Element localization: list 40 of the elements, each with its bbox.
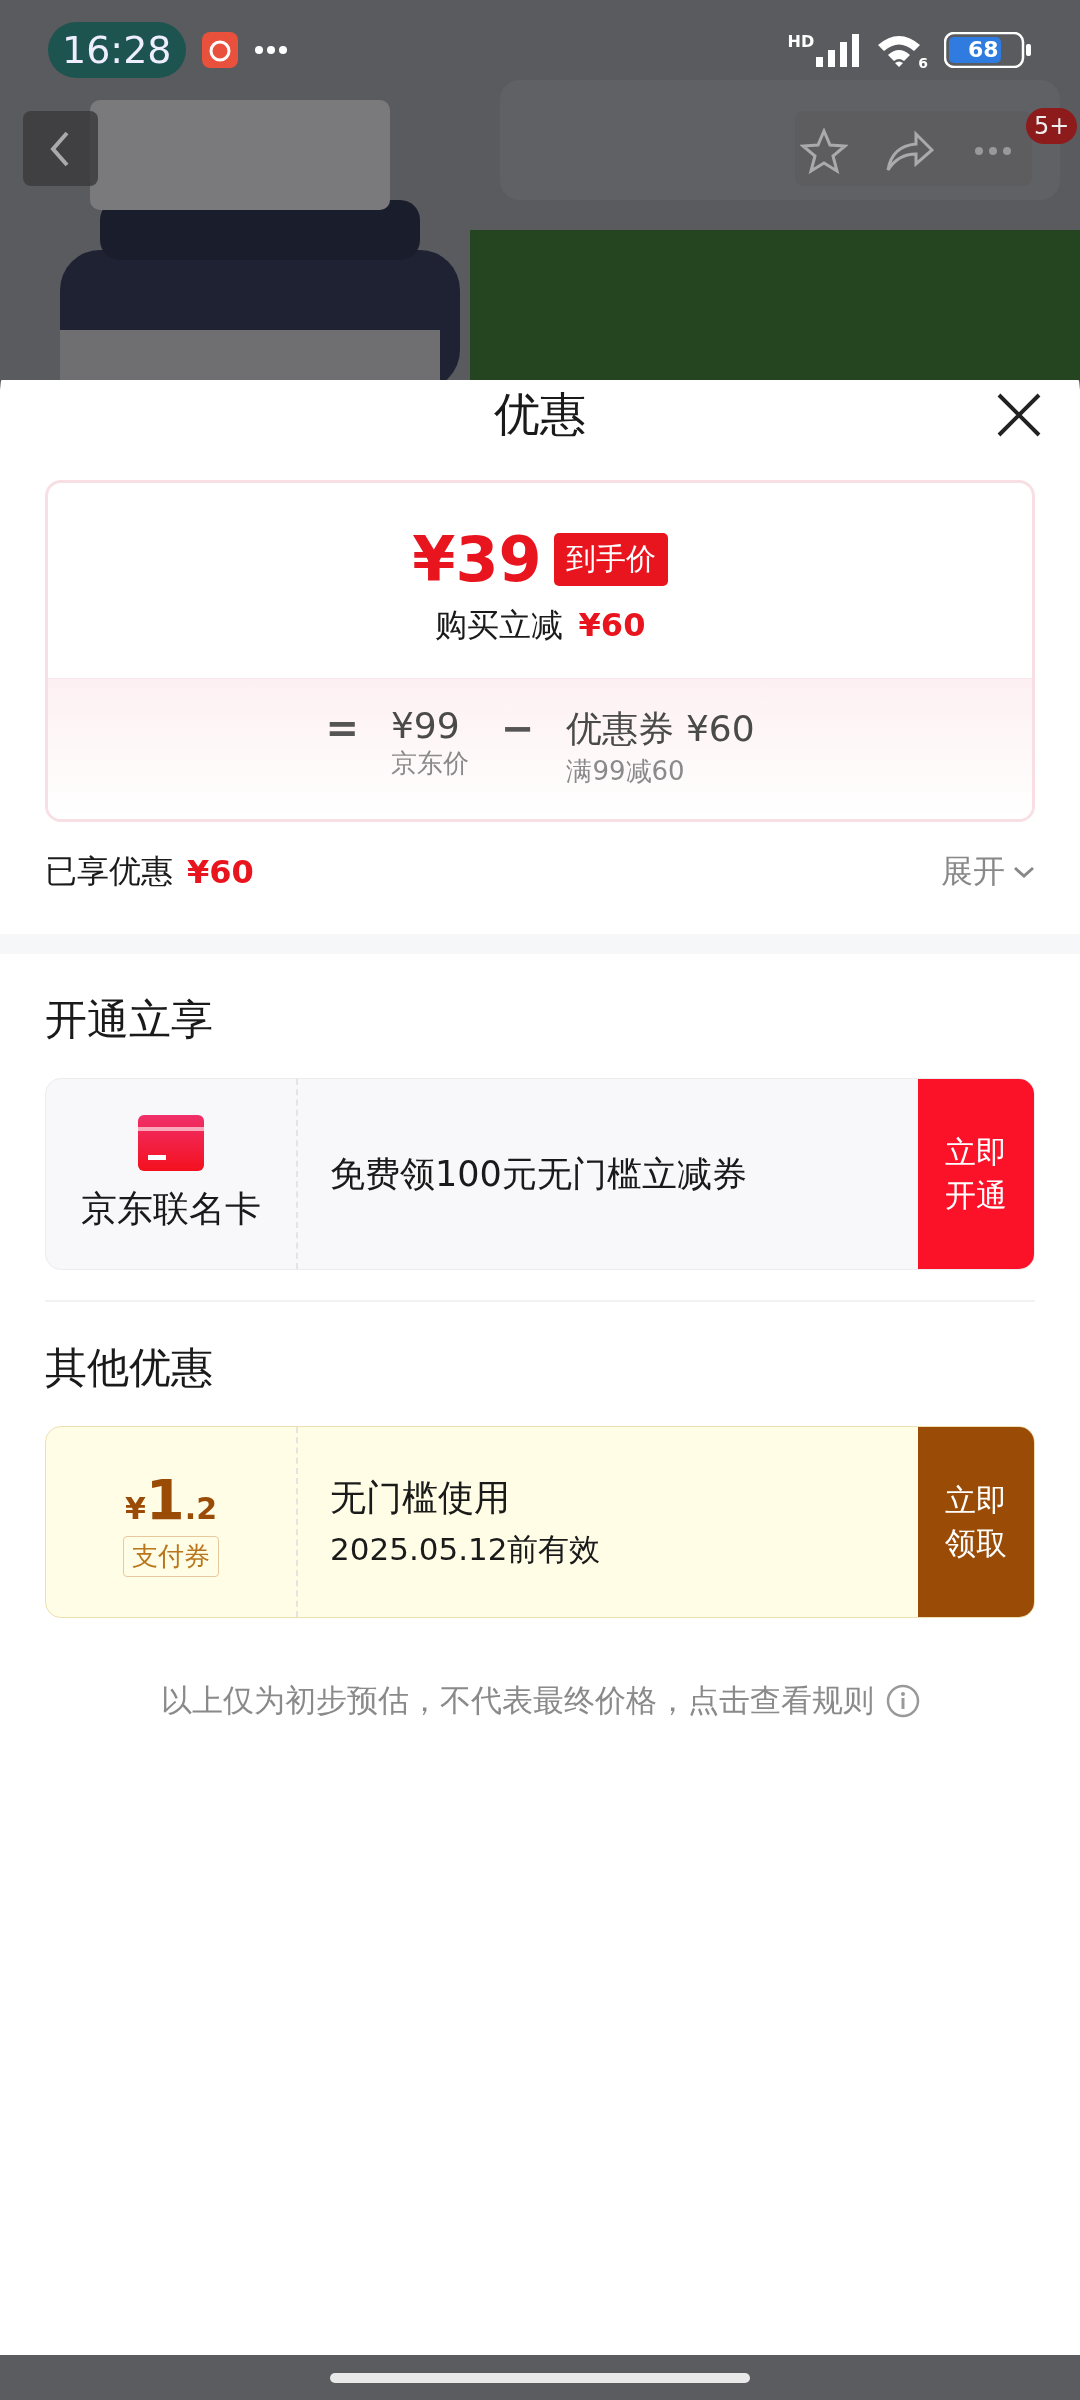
share-icon[interactable]	[884, 130, 934, 172]
section-title: 其他优惠	[45, 1342, 214, 1395]
price-term-note: 满99减60	[566, 755, 686, 788]
more-icon[interactable]	[974, 146, 1012, 156]
coupon-tag: 支付券	[123, 1536, 219, 1578]
credit-card-icon	[138, 1114, 204, 1171]
price-term-note: 京东价	[390, 747, 469, 780]
discount-amount: ¥60	[187, 853, 254, 892]
star-icon[interactable]	[800, 128, 848, 174]
back-button[interactable]	[23, 111, 98, 186]
coupon-validity: 2025.05.12前有效	[330, 1529, 602, 1569]
price-term: ¥99	[390, 705, 461, 746]
section-title: 开通立享	[45, 994, 214, 1047]
coupon-title: 无门槛使用	[330, 1475, 511, 1520]
claim-button[interactable]: 立即领取	[918, 1427, 1034, 1618]
final-price-tag: 到手价	[553, 533, 668, 586]
expand-button[interactable]: 展开	[941, 850, 1035, 895]
app-notification-icon	[201, 32, 238, 68]
discount-label: 已享优惠	[45, 851, 173, 893]
wifi-label: 6	[918, 55, 928, 71]
signal-icon	[816, 33, 861, 67]
operator-sign: −	[500, 705, 535, 753]
info-icon[interactable]	[885, 1684, 920, 1719]
network-label: HD	[787, 32, 815, 51]
coupon-amount: ¥1.2	[124, 1467, 218, 1533]
price-term: 优惠券 ¥60	[566, 707, 755, 751]
operator-sign: =	[325, 705, 359, 753]
final-price: ¥39	[412, 523, 542, 596]
more-notifications-icon	[253, 45, 288, 55]
gesture-bar[interactable]	[330, 2372, 750, 2383]
chevron-down-icon	[1013, 865, 1035, 880]
disclaimer-link[interactable]: 以上仅为初步预估，不代表最终价格，点击查看规则	[160, 1680, 874, 1723]
card-name: 京东联名卡	[81, 1186, 261, 1231]
offer-text: 免费领100元无门槛立减券	[330, 1152, 748, 1196]
saving-amount: ¥60	[578, 606, 646, 644]
activate-button[interactable]: 立即开通	[918, 1079, 1034, 1270]
saving-label: 购买立减	[434, 605, 563, 646]
close-icon[interactable]	[996, 392, 1042, 438]
sheet-title: 优惠	[494, 386, 586, 443]
status-time: 16:28	[48, 22, 186, 78]
